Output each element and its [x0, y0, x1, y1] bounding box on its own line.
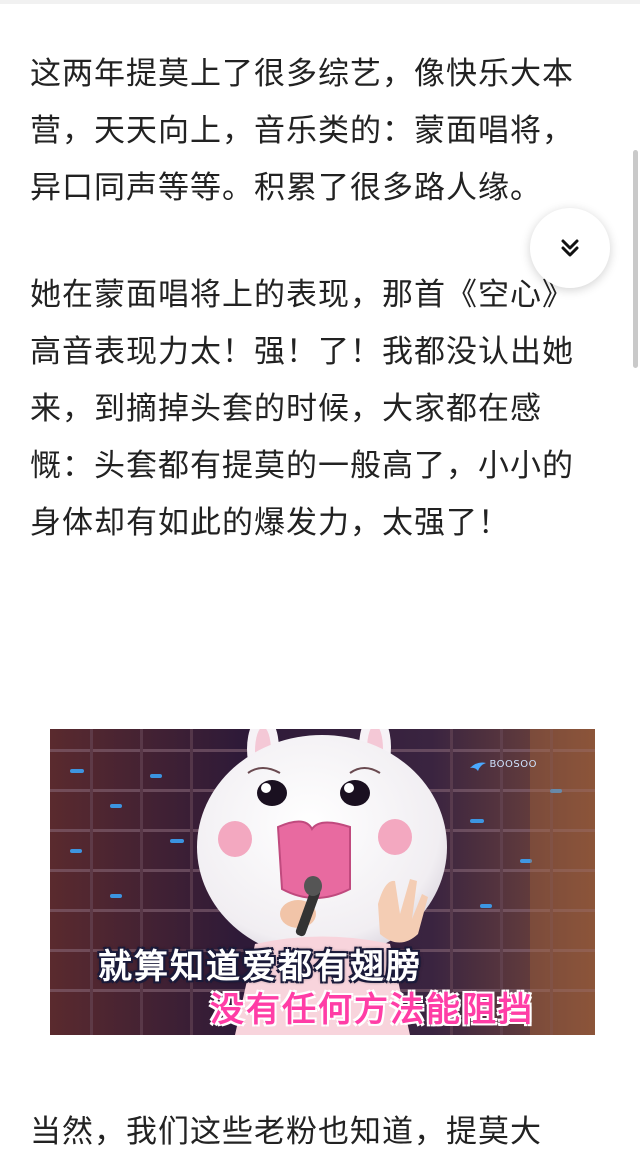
lyric-subtitle-line-2: 没有任何方法能阻挡 [210, 990, 534, 1030]
article-paragraph: 她在蒙面唱将上的表现，那首《空心》高音表现力太！强！了！我都没认出她来，到摘掉头… [30, 277, 574, 541]
scrollbar-thumb[interactable] [633, 150, 638, 368]
article-image: BOOSOO 就算知道爱都有翅膀 没有任何方法能阻挡 [50, 729, 595, 1035]
broadcaster-logo-icon [470, 762, 486, 771]
article-body: 这两年提莫上了很多综艺，像快乐大本营，天天向上，音乐类的：蒙面唱将，异口同声等等… [30, 46, 600, 618]
article-paragraph: 这两年提莫上了很多综艺，像快乐大本营，天天向上，音乐类的：蒙面唱将，异口同声等等… [30, 56, 574, 206]
lyric-subtitle-line-1: 就算知道爱都有翅膀 [98, 947, 422, 987]
expand-content-button[interactable] [530, 208, 610, 288]
top-divider [0, 0, 640, 4]
double-chevron-down-icon [561, 239, 579, 257]
article-paragraph: 当然，我们这些老粉也知道，提莫大 [30, 1114, 542, 1150]
broadcaster-watermark: BOOSOO [489, 759, 537, 770]
